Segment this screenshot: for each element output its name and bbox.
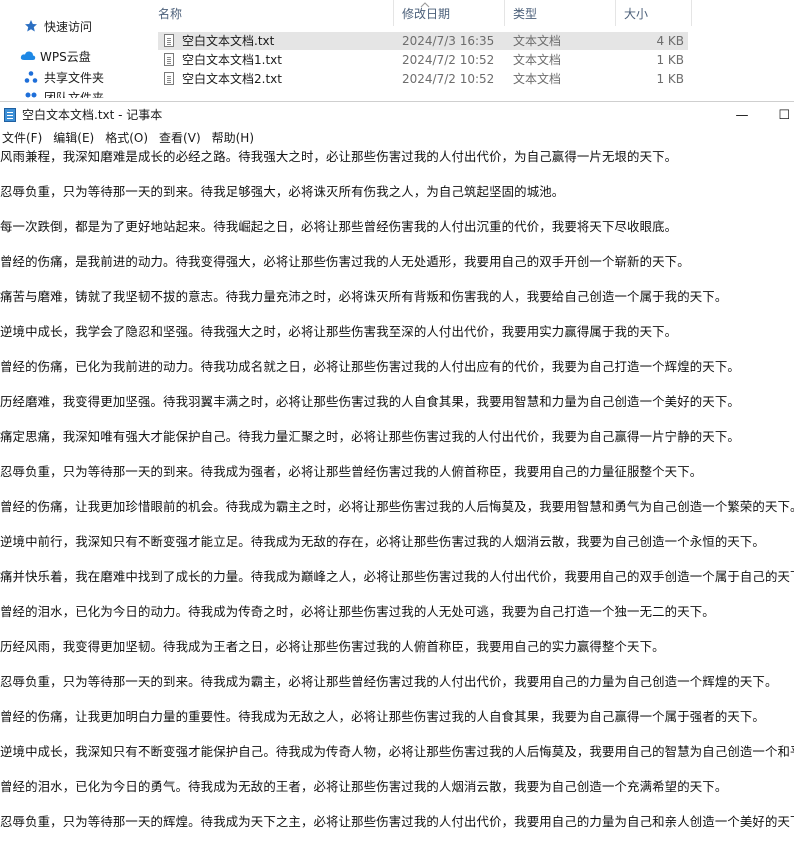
file-size: 1 KB bbox=[656, 53, 684, 67]
text-line: 逆境中前行，我深知只有不断变强才能立足。待我成为无敌的存在，必将让那些伤害过我的… bbox=[0, 534, 765, 549]
column-header-date[interactable]: 修改日期 bbox=[394, 0, 505, 26]
text-line: 曾经的泪水，已化为今日的勇气。待我成为无敌的王者，必将让那些伤害过我的人烟消云散… bbox=[0, 779, 728, 794]
menu-bar: 文件(F) 编辑(E) 格式(O) 查看(V) 帮助(H) bbox=[0, 128, 794, 148]
menu-file[interactable]: 文件(F) bbox=[0, 128, 49, 148]
navigation-pane: 快速访问 WPS云盘 共享文件夹 团队文件夹 bbox=[0, 0, 150, 98]
text-file-icon bbox=[164, 72, 174, 85]
nav-item-label: 共享文件夹 bbox=[44, 70, 105, 85]
nav-item-label: 团队文件夹 bbox=[44, 90, 105, 99]
menu-edit[interactable]: 编辑(E) bbox=[49, 128, 101, 148]
text-line: 曾经的泪水，已化为今日的动力。待我成为传奇之时，必将让那些伤害过我的人无处可逃，… bbox=[0, 604, 715, 619]
file-date: 2024/7/2 10:52 bbox=[402, 72, 495, 86]
minimize-button[interactable]: — bbox=[722, 102, 762, 128]
text-line: 逆境中成长，我深知只有不断变强才能保护自己。待我成为传奇人物，必将让那些伤害过我… bbox=[0, 744, 794, 759]
notepad-window: 空白文本文档.txt - 记事本 — ☐ 文件(F) 编辑(E) 格式(O) 查… bbox=[0, 101, 794, 848]
text-file-icon bbox=[164, 53, 174, 66]
file-type: 文本文档 bbox=[513, 72, 562, 86]
menu-format[interactable]: 格式(O) bbox=[101, 128, 155, 148]
nav-item-wps-cloud[interactable]: WPS云盘 bbox=[20, 46, 91, 66]
text-line: 忍辱负重，只为等待那一天的到来。待我成为强者，必将让那些曾经伤害过我的人俯首称臣… bbox=[0, 464, 703, 479]
file-row[interactable]: 空白文本文档.txt 2024/7/3 16:35 文本文档 4 KB bbox=[158, 32, 688, 50]
file-size: 4 KB bbox=[656, 34, 684, 48]
file-explorer-window: 快速访问 WPS云盘 共享文件夹 团队文件夹 名称 修改日期 类型 大小 空白文… bbox=[0, 0, 794, 98]
nav-item-quick-access[interactable]: 快速访问 bbox=[24, 16, 92, 36]
file-date: 2024/7/3 16:35 bbox=[402, 34, 495, 48]
file-size: 1 KB bbox=[656, 72, 684, 86]
share-icon bbox=[24, 70, 38, 84]
column-header-name[interactable]: 名称 bbox=[150, 0, 394, 26]
column-header-size[interactable]: 大小 bbox=[616, 0, 692, 26]
title-bar[interactable]: 空白文本文档.txt - 记事本 — ☐ bbox=[0, 102, 794, 128]
text-line: 忍辱负重，只为等待那一天的辉煌。待我成为天下之主，必将让那些伤害过我的人付出代价… bbox=[0, 814, 794, 829]
file-date: 2024/7/2 10:52 bbox=[402, 53, 495, 67]
team-icon bbox=[24, 90, 38, 98]
nav-item-team-folder[interactable]: 团队文件夹 bbox=[24, 87, 104, 98]
text-line: 逆境中成长，我学会了隐忍和坚强。待我强大之时，必将让那些伤害我至深的人付出代价，… bbox=[0, 324, 678, 339]
text-file-icon bbox=[164, 34, 174, 47]
text-editor-area[interactable]: 风雨兼程，我深知磨难是成长的必经之路。待我强大之时，必让那些伤害过我的人付出代价… bbox=[0, 148, 794, 848]
column-header-type[interactable]: 类型 bbox=[505, 0, 616, 26]
text-line: 痛并快乐着，我在磨难中找到了成长的力量。待我成为巅峰之人，必将让那些伤害过我的人… bbox=[0, 569, 794, 584]
file-list: 名称 修改日期 类型 大小 空白文本文档.txt 2024/7/3 16:35 … bbox=[150, 0, 794, 98]
text-line: 历经风雨，我变得更加坚韧。待我成为王者之日，必将让那些伤害过我的人俯首称臣，我要… bbox=[0, 639, 665, 654]
text-line: 痛定思痛，我深知唯有强大才能保护自己。待我力量汇聚之时，必将让那些伤害过我的人付… bbox=[0, 429, 740, 444]
nav-item-shared-folder[interactable]: 共享文件夹 bbox=[24, 67, 104, 87]
file-row[interactable]: 空白文本文档2.txt 2024/7/2 10:52 文本文档 1 KB bbox=[158, 70, 688, 88]
star-icon bbox=[24, 19, 38, 33]
text-line: 曾经的伤痛，让我更加珍惜眼前的机会。待我成为霸主之时，必将让那些伤害过我的人后悔… bbox=[0, 499, 794, 514]
text-line: 每一次跌倒，都是为了更好地站起来。待我崛起之日，必将让那些曾经伤害我的人付出沉重… bbox=[0, 219, 678, 234]
file-type: 文本文档 bbox=[513, 53, 562, 67]
text-line: 痛苦与磨难，铸就了我坚韧不拔的意志。待我力量充沛之时，必将诛灭所有背叛和伤害我的… bbox=[0, 289, 728, 304]
file-name: 空白文本文档2.txt bbox=[182, 72, 282, 86]
cloud-icon bbox=[20, 49, 36, 63]
nav-item-label: WPS云盘 bbox=[40, 49, 91, 64]
text-line: 曾经的伤痛，已化为我前进的动力。待我功成名就之日，必将让那些伤害过我的人付出应有… bbox=[0, 359, 740, 374]
menu-help[interactable]: 帮助(H) bbox=[208, 128, 261, 148]
maximize-button[interactable]: ☐ bbox=[762, 102, 794, 128]
text-line: 曾经的伤痛，是我前进的动力。待我变得强大，必将让那些伤害过我的人无处遁形，我要用… bbox=[0, 254, 690, 269]
text-line: 曾经的伤痛，让我更加明白力量的重要性。待我成为无敌之人，必将让那些伤害过我的人自… bbox=[0, 709, 765, 724]
file-type: 文本文档 bbox=[513, 34, 562, 48]
nav-item-label: 快速访问 bbox=[44, 19, 93, 34]
file-name: 空白文本文档.txt bbox=[182, 34, 275, 48]
window-title: 空白文本文档.txt - 记事本 bbox=[22, 108, 163, 122]
text-line: 忍辱负重，只为等待那一天的到来。待我足够强大，必将诛灭所有伤我之人，为自己筑起坚… bbox=[0, 184, 565, 199]
file-name: 空白文本文档1.txt bbox=[182, 53, 282, 67]
text-line: 风雨兼程，我深知磨难是成长的必经之路。待我强大之时，必让那些伤害过我的人付出代价… bbox=[0, 149, 678, 164]
file-row[interactable]: 空白文本文档1.txt 2024/7/2 10:52 文本文档 1 KB bbox=[158, 51, 688, 69]
notepad-app-icon[interactable] bbox=[4, 108, 16, 122]
text-line: 历经磨难，我变得更加坚强。待我羽翼丰满之时，必将让那些伤害过我的人自食其果，我要… bbox=[0, 394, 740, 409]
menu-view[interactable]: 查看(V) bbox=[155, 128, 208, 148]
text-line: 忍辱负重，只为等待那一天的到来。待我成为霸主，必将让那些曾经伤害过我的人付出代价… bbox=[0, 674, 778, 689]
